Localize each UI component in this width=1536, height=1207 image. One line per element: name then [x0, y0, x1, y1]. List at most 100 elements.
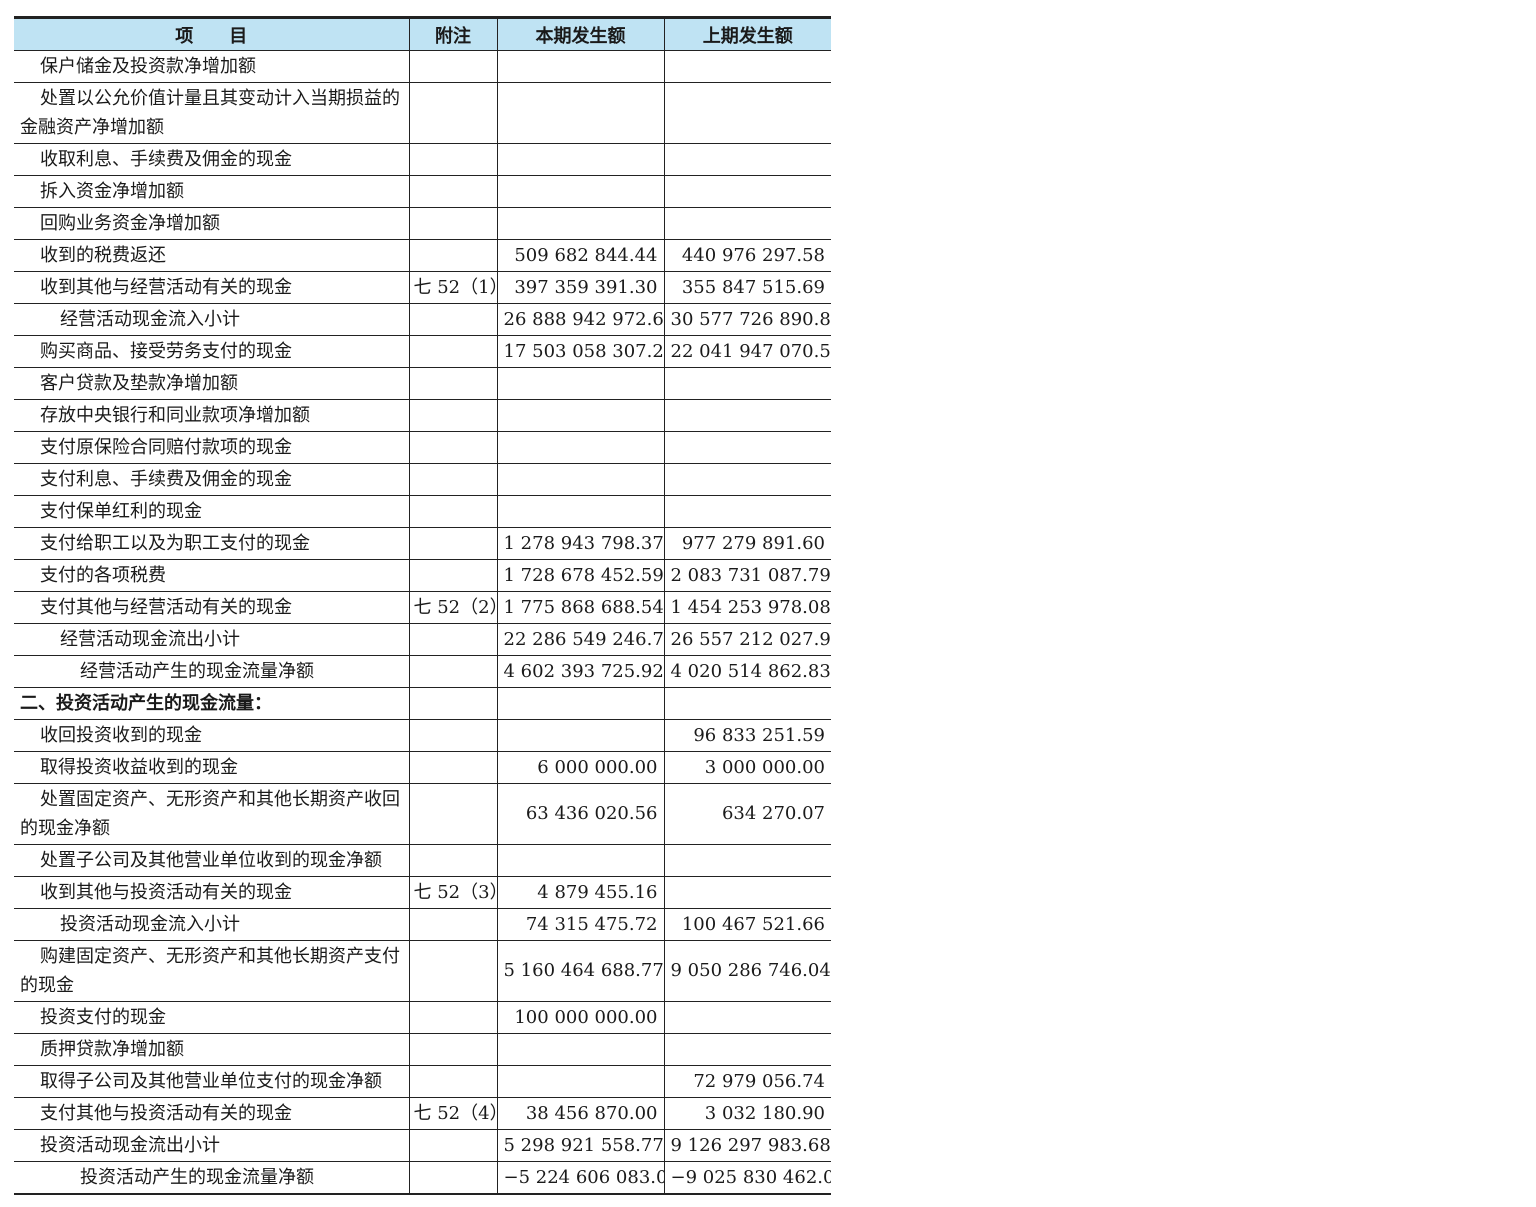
table-row: 经营活动产生的现金流量净额 4 602 393 725.92 4 020 514 8… [14, 655, 831, 688]
row-current [496, 143, 664, 176]
table-row: 客户贷款及垫款净增加额 [14, 367, 831, 400]
row-note [408, 335, 497, 368]
row-item: 收到其他与投资活动有关的现金 [14, 876, 409, 909]
table-row: 质押贷款净增加额 [14, 1033, 831, 1066]
row-current: 1 278 943 798.37 [496, 527, 664, 560]
row-note [408, 655, 497, 688]
row-note [408, 207, 497, 240]
row-current [496, 1065, 664, 1098]
row-item: 支付给职工以及为职工支付的现金 [14, 527, 409, 560]
row-current: 397 359 391.30 [496, 271, 664, 304]
row-previous: 100 467 521.66 [663, 908, 831, 941]
row-previous [663, 495, 831, 528]
row-current [496, 495, 664, 528]
row-current: 38 456 870.00 [496, 1097, 664, 1130]
row-note: 七 52（2） [408, 591, 497, 624]
row-note [408, 844, 497, 877]
table-row: 收到其他与投资活动有关的现金七 52（3）4 879 455.16 [14, 876, 831, 909]
table-row: 支付的各项税费 1 728 678 452.59 2 083 731 087.79 [14, 559, 831, 592]
row-item: 取得子公司及其他营业单位支付的现金净额 [14, 1065, 409, 1098]
row-previous: 72 979 056.74 [663, 1065, 831, 1098]
table-row: 支付其他与经营活动有关的现金七 52（2）1 775 868 688.541 4… [14, 591, 831, 624]
table-row: 保户储金及投资款净增加额 [14, 50, 831, 83]
row-previous [663, 82, 831, 144]
table-row: 收到其他与经营活动有关的现金七 52（1）397 359 391.30355 8… [14, 271, 831, 304]
table-row: 投资活动产生的现金流量净额 −5 224 606 083.05 −9 025 830… [14, 1161, 831, 1195]
table-row: 投资支付的现金 100 000 000.00 [14, 1001, 831, 1034]
row-previous [663, 175, 831, 208]
row-item: 支付原保险合同赔付款项的现金 [14, 431, 409, 464]
table-row: 处置以公允价值计量且其变动计入当期损益的金融资产净增加额 [14, 82, 831, 144]
row-current [496, 844, 664, 877]
table-row: 存放中央银行和同业款项净增加额 [14, 399, 831, 432]
table-row: 支付其他与投资活动有关的现金七 52（4）38 456 870.003 032 … [14, 1097, 831, 1130]
row-item: 收到的税费返还 [14, 239, 409, 272]
row-item: 收到其他与经营活动有关的现金 [14, 271, 409, 304]
row-item: 回购业务资金净增加额 [14, 207, 409, 240]
row-current [496, 207, 664, 240]
row-note [408, 1065, 497, 1098]
row-note [408, 940, 497, 1002]
row-current [496, 431, 664, 464]
row-note: 七 52（1） [408, 271, 497, 304]
table-row: 支付利息、手续费及佣金的现金 [14, 463, 831, 496]
row-note [408, 908, 497, 941]
row-note [408, 559, 497, 592]
row-previous: 3 000 000.00 [663, 751, 831, 784]
row-item: 经营活动产生的现金流量净额 [14, 655, 409, 688]
row-current [496, 463, 664, 496]
row-previous [663, 463, 831, 496]
table-row: 处置子公司及其他营业单位收到的现金净额 [14, 844, 831, 877]
row-current: 1 728 678 452.59 [496, 559, 664, 592]
row-item: 支付利息、手续费及佣金的现金 [14, 463, 409, 496]
cash-flow-statement: 项 目 附注 本期发生额 上期发生额 保户储金及投资款净增加额 处置以公允价值计… [14, 16, 831, 1195]
row-note [408, 1001, 497, 1034]
row-note [408, 1161, 497, 1195]
row-note [408, 82, 497, 144]
row-note [408, 1129, 497, 1162]
row-item: 支付的各项税费 [14, 559, 409, 592]
row-item: 保户储金及投资款净增加额 [14, 50, 409, 83]
row-item: 处置固定资产、无形资产和其他长期资产收回的现金净额 [14, 783, 409, 845]
row-current: 509 682 844.44 [496, 239, 664, 272]
row-current: 26 888 942 972.65 [496, 303, 664, 336]
header-row: 项 目 附注 本期发生额 上期发生额 [14, 16, 831, 51]
row-previous: 634 270.07 [663, 783, 831, 845]
row-current [496, 399, 664, 432]
table-row: 投资活动现金流入小计 74 315 475.72 100 467 521.66 [14, 908, 831, 941]
row-previous: 22 041 947 070.50 [663, 335, 831, 368]
row-current: 6 000 000.00 [496, 751, 664, 784]
row-current: −5 224 606 083.05 [496, 1161, 664, 1195]
header-previous-period: 上期发生额 [663, 16, 831, 51]
row-current: 63 436 020.56 [496, 783, 664, 845]
row-current [496, 367, 664, 400]
row-previous [663, 207, 831, 240]
row-previous: 1 454 253 978.08 [663, 591, 831, 624]
row-previous: 2 083 731 087.79 [663, 559, 831, 592]
header-current-period: 本期发生额 [496, 16, 664, 51]
row-current: 74 315 475.72 [496, 908, 664, 941]
table-row: 回购业务资金净增加额 [14, 207, 831, 240]
row-note: 七 52（3） [408, 876, 497, 909]
row-note [408, 495, 497, 528]
table-row: 处置固定资产、无形资产和其他长期资产收回的现金净额 63 436 020.56 63… [14, 783, 831, 845]
row-item: 取得投资收益收到的现金 [14, 751, 409, 784]
row-note [408, 719, 497, 752]
header-note: 附注 [408, 16, 497, 51]
row-note [408, 303, 497, 336]
row-current [496, 175, 664, 208]
row-item: 存放中央银行和同业款项净增加额 [14, 399, 409, 432]
table-row: 拆入资金净增加额 [14, 175, 831, 208]
row-note [408, 431, 497, 464]
row-item: 购建固定资产、无形资产和其他长期资产支付的现金 [14, 940, 409, 1002]
row-previous [663, 143, 831, 176]
row-previous [663, 431, 831, 464]
table-row: 支付给职工以及为职工支付的现金 1 278 943 798.37 977 279 8… [14, 527, 831, 560]
row-previous: 30 577 726 890.80 [663, 303, 831, 336]
row-current: 5 160 464 688.77 [496, 940, 664, 1002]
row-note [408, 463, 497, 496]
row-current: 22 286 549 246.73 [496, 623, 664, 656]
row-note [408, 623, 497, 656]
row-item: 支付其他与投资活动有关的现金 [14, 1097, 409, 1130]
row-previous [663, 1033, 831, 1066]
